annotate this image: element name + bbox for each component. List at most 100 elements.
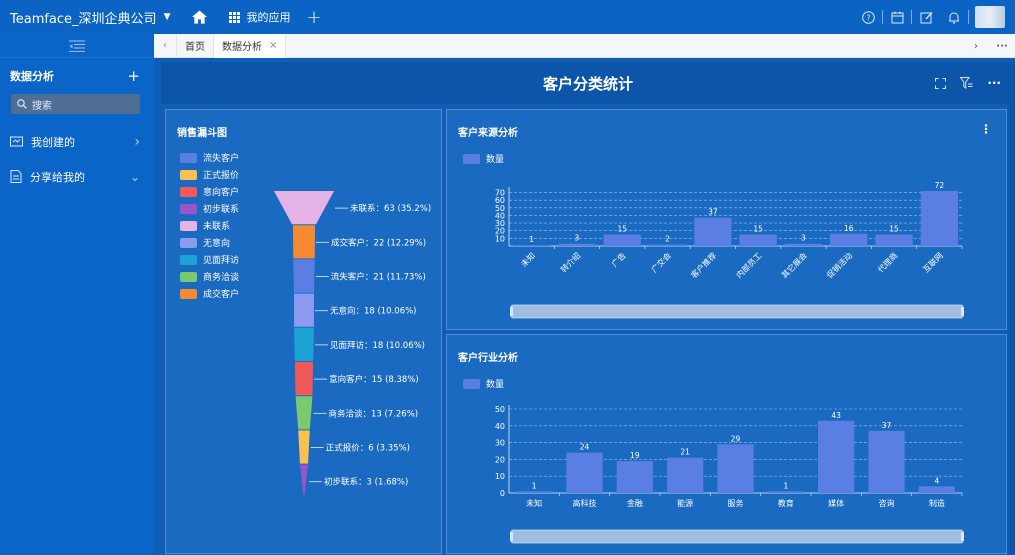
funnel-stage-label: 见面拜访：18 (10.06%) — [330, 340, 425, 351]
page-scrollbar[interactable] — [1009, 62, 1015, 554]
my-apps-menu[interactable]: 我的应用 — [229, 9, 290, 25]
bar — [868, 430, 905, 493]
sidebar-title: 数据分析 — [10, 70, 54, 83]
data-zoom-slider — [510, 304, 964, 319]
x-tick-label: 促销活动 — [824, 250, 854, 280]
help-icon[interactable]: ? — [854, 0, 882, 34]
search-input[interactable]: 搜索 — [11, 94, 140, 114]
tab-scroll-left-icon[interactable]: ‹ — [154, 40, 176, 51]
sidebar-item-label: 我创建的 — [31, 135, 75, 149]
search-icon — [17, 99, 27, 109]
edit-icon[interactable] — [912, 0, 940, 34]
x-tick-label: 未知 — [526, 498, 542, 508]
bar — [767, 491, 804, 493]
y-tick-label: 70 — [495, 189, 505, 198]
bar — [516, 491, 553, 493]
add-icon[interactable]: + — [306, 7, 321, 28]
bar — [558, 243, 596, 246]
bar-value-label: 3 — [575, 234, 580, 243]
bar — [739, 234, 777, 246]
x-tick-label: 媒体 — [828, 498, 844, 508]
sidebar-header: 数据分析 + — [0, 58, 154, 94]
y-tick-label: 10 — [495, 472, 505, 481]
more-options-icon[interactable]: ··· — [987, 76, 1001, 90]
x-tick-label: 制造 — [929, 498, 945, 508]
bar — [616, 461, 653, 493]
bell-icon[interactable] — [940, 0, 968, 34]
y-tick-label: 20 — [495, 455, 505, 464]
filter-icon[interactable] — [960, 77, 973, 89]
tab-scroll-right-icon[interactable]: › — [963, 41, 989, 52]
funnel-stage-label: 成交客户：22 (12.29%) — [331, 237, 426, 248]
data-zoom-slider — [510, 529, 964, 544]
funnel-stage-label: 流失客户：21 (11.73%) — [331, 272, 426, 283]
slider-handle-left — [510, 532, 513, 541]
sidebar-collapse-button[interactable] — [0, 34, 154, 58]
grid-icon — [229, 11, 241, 23]
x-tick-label: 金融 — [627, 498, 643, 508]
tab-data-analysis[interactable]: 数据分析 × — [214, 33, 287, 58]
funnel-stage-label: 无意向：18 (10.06%) — [330, 306, 417, 317]
fullscreen-icon[interactable] — [935, 77, 947, 89]
funnel-segment — [293, 225, 315, 259]
bar-value-label: 37 — [882, 421, 892, 430]
bar — [920, 191, 958, 246]
x-tick-label: 代理商 — [875, 250, 899, 274]
funnel-segment — [298, 430, 310, 464]
bar-value-label: 37 — [708, 208, 718, 217]
funnel-segment — [294, 293, 314, 327]
chevron-right-icon: › — [134, 133, 140, 150]
bar-value-label: 24 — [580, 443, 590, 452]
x-tick-label: 内部员工 — [734, 250, 764, 280]
funnel-segment — [294, 327, 314, 361]
company-switcher[interactable]: Teamface_深圳企典公司 ▼ — [10, 8, 170, 27]
slider-handle-left — [510, 307, 513, 316]
bar-value-label: 1 — [529, 235, 534, 244]
x-tick-label: 转介绍 — [558, 250, 582, 274]
x-tick-label: 未知 — [519, 250, 537, 268]
source-bar-chart: 102030405060701未知3转介绍15广告2广交会37客户推荐15内部员… — [495, 181, 964, 319]
dashboard: 客户分类统计 ··· 销售漏斗图 流失客户 正式报价 意向客户 初步联系 未联系 无意向见… — [161, 62, 1015, 554]
bar-value-label: 21 — [680, 448, 690, 457]
bar — [918, 486, 955, 493]
close-icon[interactable]: × — [269, 40, 277, 51]
home-icon[interactable] — [192, 10, 208, 24]
tab-home[interactable]: 首页 — [176, 33, 214, 58]
svg-text:?: ? — [866, 13, 870, 22]
bar-value-label: 2 — [665, 234, 670, 243]
bar — [566, 452, 603, 493]
calendar-icon[interactable] — [883, 0, 911, 34]
source-panel: 客户来源分析 ⋮ 数量 10 20 30 40 50 60 70 1 未知 3 转介绍 15 广告 2 广交… — [446, 109, 1007, 330]
bar-value-label: 43 — [831, 411, 841, 420]
y-tick-label: 0 — [500, 489, 505, 498]
divider — [968, 10, 969, 24]
funnel-segment — [294, 362, 314, 396]
sidebar-item-shared-with-me[interactable]: 分享给我的 ⌄ — [0, 159, 154, 194]
funnel-stage-label: 正式报价：6 (3.35%) — [326, 443, 410, 454]
bar-value-label: 16 — [844, 224, 854, 233]
more-icon[interactable]: ··· — [989, 41, 1015, 52]
funnel-panel: 销售漏斗图 流失客户 正式报价 意向客户 初步联系 未联系 无意向 见面拜访 商务洽谈 成交客户… — [165, 109, 442, 554]
bar — [694, 217, 732, 246]
sidebar-item-label: 分享给我的 — [30, 170, 85, 184]
bar — [818, 420, 855, 493]
search-placeholder: 搜索 — [32, 100, 52, 112]
bar — [648, 244, 687, 246]
x-tick-label: 其它展会 — [779, 250, 809, 280]
funnel-stage-label: 意向客户：15 (8.38%) — [329, 374, 419, 385]
my-apps-label: 我的应用 — [246, 11, 291, 24]
x-tick-label: 互联网 — [921, 251, 944, 274]
bar-value-label: 15 — [753, 225, 763, 234]
bar-value-label: 3 — [801, 234, 806, 243]
y-tick-label: 50 — [495, 405, 505, 414]
sidebar-item-created-by-me[interactable]: 我创建的 › — [0, 124, 154, 159]
bar — [717, 444, 754, 493]
bar — [667, 457, 704, 493]
bar-value-label: 15 — [889, 225, 899, 234]
x-tick-label: 咨询 — [879, 498, 895, 508]
add-report-icon[interactable]: + — [127, 67, 140, 85]
avatar[interactable] — [975, 6, 1005, 28]
top-navbar: Teamface_深圳企典公司 ▼ 我的应用 + ? — [0, 0, 1015, 34]
bar-value-label: 15 — [617, 225, 627, 234]
sidebar: 数据分析 + 搜索 我创建的 › 分享给我的 ⌄ — [0, 34, 154, 554]
